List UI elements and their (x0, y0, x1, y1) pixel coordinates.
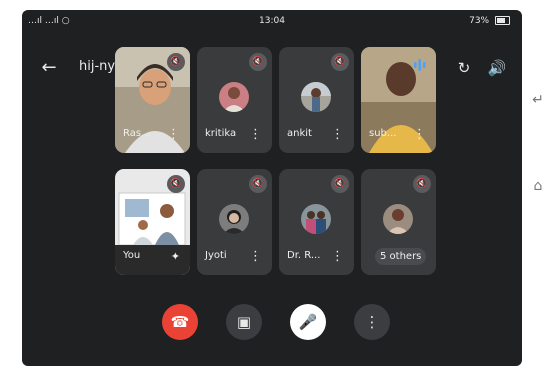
mic-off-icon: 🔇 (331, 53, 349, 71)
back-nav-icon[interactable]: ↵ (530, 92, 546, 108)
more-vert-icon[interactable]: ⋮ (331, 128, 344, 141)
participant-name: Jyoti (205, 250, 227, 261)
battery-icon (495, 16, 510, 25)
switch-camera-icon[interactable]: ↻ (452, 56, 476, 80)
camera-button[interactable]: ▣ (226, 304, 262, 340)
participant-tile[interactable]: 🔇 ankit ⋮ (279, 47, 354, 153)
microphone-button[interactable]: 🎤 (290, 304, 326, 340)
participant-tile[interactable]: 🔇 Jyoti ⋮ (197, 169, 272, 275)
avatar (301, 82, 331, 112)
more-options-button[interactable]: ⋮ (354, 304, 390, 340)
device-frame: …ıl …ıl ○ 13:04 73% ← hij-nyvb-sdj ▸ 🔇 R… (0, 0, 550, 370)
status-bar: …ıl …ıl ○ 13:04 73% (22, 10, 522, 32)
camera-icon: ▣ (236, 313, 252, 331)
phone-hangup-icon: ☎ (170, 313, 190, 331)
avatar (219, 204, 249, 234)
participant-tile[interactable]: 🔇 You ✦ (115, 169, 190, 275)
mic-off-icon: 🔇 (331, 175, 349, 193)
participant-tile-overflow[interactable]: 🔇 5 others (361, 169, 436, 275)
mic-off-icon: 🔇 (413, 175, 431, 193)
avatar (383, 204, 413, 234)
more-vert-icon[interactable]: ⋮ (167, 128, 180, 141)
participant-name: 5 others (375, 248, 427, 265)
mic-off-icon: 🔇 (249, 53, 267, 71)
participant-name: You (123, 250, 141, 261)
participant-name: ankit (287, 128, 312, 139)
speaker-icon[interactable]: 🔊 (485, 56, 509, 80)
mic-off-icon: 🔇 (249, 175, 267, 193)
battery-percent: 73% (469, 16, 490, 26)
mic-off-icon: 🔇 (167, 53, 185, 71)
more-vert-icon[interactable]: ⋮ (249, 128, 262, 141)
participant-tile[interactable]: 🔇 Dr. R... ⋮ (279, 169, 354, 275)
participant-name: Ras... (123, 128, 151, 139)
mic-off-icon: 🎤 (298, 313, 318, 331)
battery-status: 73% (469, 16, 510, 26)
arrow-left-icon[interactable]: ← (36, 55, 62, 81)
end-call-button[interactable]: ☎ (162, 304, 198, 340)
more-vert-icon[interactable]: ⋮ (331, 250, 344, 263)
clock: 13:04 (259, 16, 285, 26)
participant-name: sub... (369, 128, 397, 139)
avatar (301, 204, 331, 234)
audio-bars-icon (408, 56, 432, 80)
participant-tile[interactable]: 🔇 kritika ⋮ (197, 47, 272, 153)
more-vert-icon[interactable]: ⋮ (249, 250, 262, 263)
participant-name: Dr. R... (287, 250, 321, 261)
participant-tile[interactable]: 🔇 Ras... ⋮ (115, 47, 190, 153)
more-vert-icon: ⋮ (364, 313, 380, 331)
avatar (219, 82, 249, 112)
mic-off-icon: 🔇 (167, 175, 185, 193)
sparkle-icon[interactable]: ✦ (171, 250, 180, 263)
home-nav-icon[interactable]: ⌂ (530, 178, 546, 194)
more-vert-icon[interactable]: ⋮ (413, 128, 426, 141)
participant-name: kritika (205, 128, 237, 139)
